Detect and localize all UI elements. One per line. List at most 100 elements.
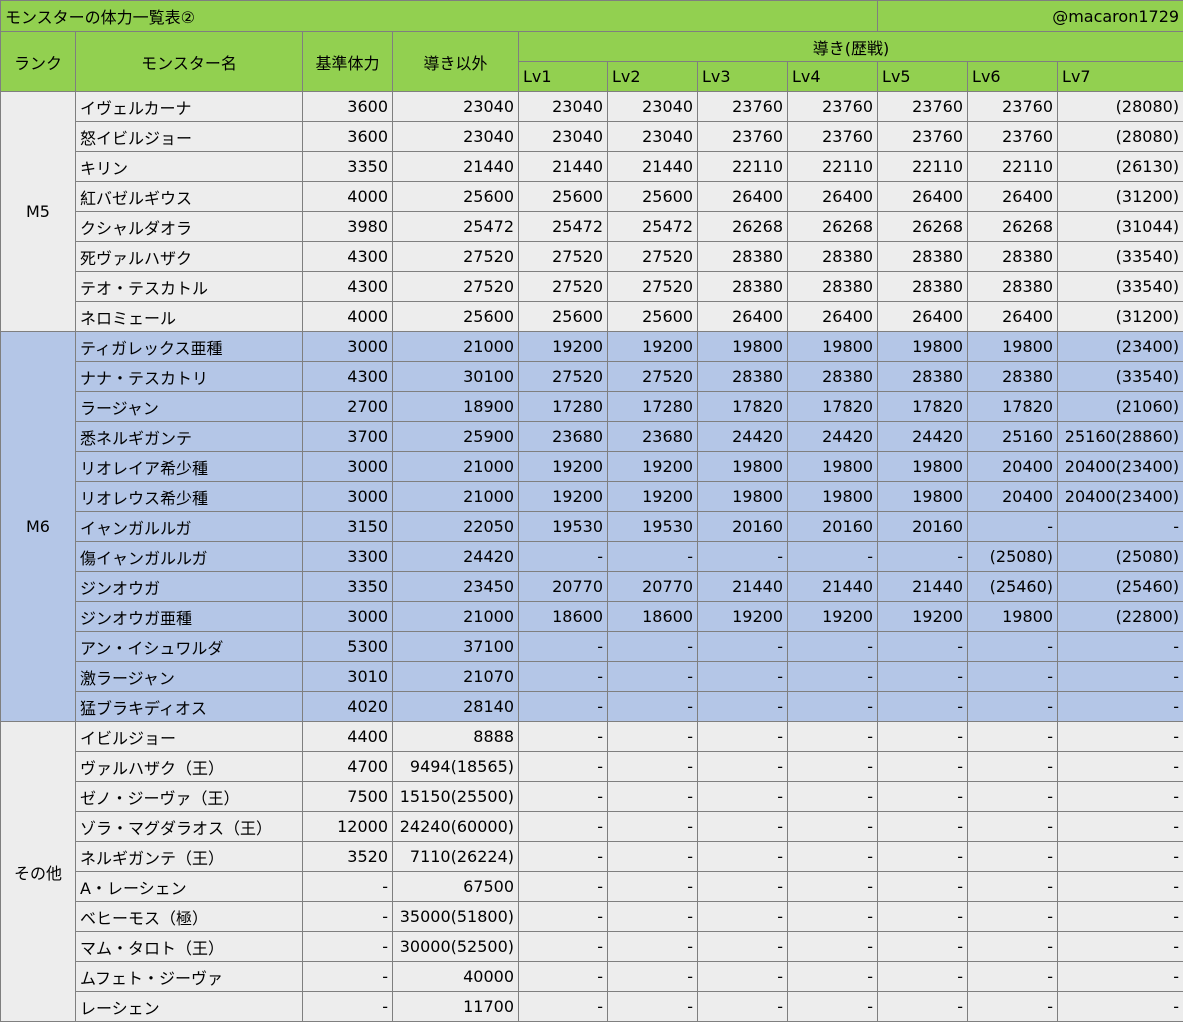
lv5-hp-cell: 28380 <box>878 242 968 272</box>
lv3-hp-cell: - <box>698 842 788 872</box>
name-cell: 猛ブラキディオス <box>76 692 303 722</box>
lv1-hp-cell: 19530 <box>519 512 608 542</box>
lv7-hp-cell: (26130) <box>1058 152 1183 182</box>
lv5-hp-cell: - <box>878 632 968 662</box>
base-hp-cell: 7500 <box>303 782 393 812</box>
lv2-hp-cell: 18600 <box>608 602 698 632</box>
table-row: ヴァルハザク（王）47009494(18565)------- <box>1 752 1183 782</box>
lv7-hp-cell: - <box>1058 782 1183 812</box>
lv4-hp-cell: 19800 <box>788 452 878 482</box>
header-lv7: Lv7 <box>1058 62 1183 92</box>
lv7-hp-cell: - <box>1058 632 1183 662</box>
lv3-hp-cell: 23760 <box>698 92 788 122</box>
table-row: キリン3350214402144021440221102211022110221… <box>1 152 1183 182</box>
table-row: アン・イシュワルダ530037100------- <box>1 632 1183 662</box>
lv1-hp-cell: - <box>519 842 608 872</box>
lv7-hp-cell: - <box>1058 992 1183 1022</box>
lv1-hp-cell: 23040 <box>519 92 608 122</box>
name-cell: ジンオウガ <box>76 572 303 602</box>
base-hp-cell: 3000 <box>303 452 393 482</box>
base-hp-cell: 3000 <box>303 602 393 632</box>
non-guiding-hp-cell: 23450 <box>393 572 519 602</box>
lv4-hp-cell: - <box>788 902 878 932</box>
lv7-hp-cell: (31200) <box>1058 182 1183 212</box>
non-guiding-hp-cell: 21440 <box>393 152 519 182</box>
base-hp-cell: 4300 <box>303 242 393 272</box>
lv4-hp-cell: - <box>788 812 878 842</box>
name-cell: リオレウス希少種 <box>76 482 303 512</box>
lv1-hp-cell: - <box>519 542 608 572</box>
lv2-hp-cell: - <box>608 632 698 662</box>
lv7-hp-cell: (28080) <box>1058 92 1183 122</box>
lv7-hp-cell: - <box>1058 752 1183 782</box>
lv4-hp-cell: 28380 <box>788 362 878 392</box>
lv5-hp-cell: - <box>878 992 968 1022</box>
base-hp-cell: 5300 <box>303 632 393 662</box>
table-row: M6ティガレックス亜種30002100019200192001980019800… <box>1 332 1183 362</box>
name-cell: 紅バゼルギウス <box>76 182 303 212</box>
lv5-hp-cell: 20160 <box>878 512 968 542</box>
lv4-hp-cell: - <box>788 992 878 1022</box>
lv1-hp-cell: 25472 <box>519 212 608 242</box>
lv5-hp-cell: 23760 <box>878 92 968 122</box>
header-non-guiding: 導き以外 <box>393 32 519 92</box>
lv4-hp-cell: - <box>788 722 878 752</box>
name-cell: イビルジョー <box>76 722 303 752</box>
non-guiding-hp-cell: 18900 <box>393 392 519 422</box>
name-cell: 激ラージャン <box>76 662 303 692</box>
lv6-hp-cell: 28380 <box>968 242 1058 272</box>
base-hp-cell: 4020 <box>303 692 393 722</box>
lv2-hp-cell: 25472 <box>608 212 698 242</box>
table-row: リオレイア希少種30002100019200192001980019800198… <box>1 452 1183 482</box>
lv7-hp-cell: (21060) <box>1058 392 1183 422</box>
name-cell: ゾラ・マグダラオス（王） <box>76 812 303 842</box>
lv5-hp-cell: 26268 <box>878 212 968 242</box>
header-lv6: Lv6 <box>968 62 1058 92</box>
lv7-hp-cell: - <box>1058 962 1183 992</box>
table-row: ベヒーモス（極）-35000(51800)------- <box>1 902 1183 932</box>
lv3-hp-cell: 19200 <box>698 602 788 632</box>
lv7-hp-cell: (33540) <box>1058 242 1183 272</box>
lv2-hp-cell: - <box>608 992 698 1022</box>
table-row: 怒イビルジョー360023040230402304023760237602376… <box>1 122 1183 152</box>
lv4-hp-cell: 26400 <box>788 302 878 332</box>
base-hp-cell: 3350 <box>303 572 393 602</box>
lv7-hp-cell: (31044) <box>1058 212 1183 242</box>
table-row: ジンオウガ亜種300021000186001860019200192001920… <box>1 602 1183 632</box>
base-hp-cell: - <box>303 932 393 962</box>
lv2-hp-cell: 21440 <box>608 152 698 182</box>
name-cell: ネルギガンテ（王） <box>76 842 303 872</box>
lv6-hp-cell: 26268 <box>968 212 1058 242</box>
lv6-hp-cell: 28380 <box>968 362 1058 392</box>
lv1-hp-cell: - <box>519 902 608 932</box>
lv7-hp-cell: (33540) <box>1058 362 1183 392</box>
name-cell: ナナ・テスカトリ <box>76 362 303 392</box>
table-row: ナナ・テスカトリ43003010027520275202838028380283… <box>1 362 1183 392</box>
lv6-hp-cell: 19800 <box>968 332 1058 362</box>
lv1-hp-cell: - <box>519 992 608 1022</box>
lv7-hp-cell: (28080) <box>1058 122 1183 152</box>
lv2-hp-cell: 23040 <box>608 122 698 152</box>
header-lv1: Lv1 <box>519 62 608 92</box>
lv7-hp-cell: - <box>1058 902 1183 932</box>
lv1-hp-cell: - <box>519 932 608 962</box>
lv7-hp-cell: - <box>1058 872 1183 902</box>
lv1-hp-cell: - <box>519 962 608 992</box>
lv2-hp-cell: - <box>608 692 698 722</box>
non-guiding-hp-cell: 24420 <box>393 542 519 572</box>
header-lv2: Lv2 <box>608 62 698 92</box>
lv2-hp-cell: 27520 <box>608 242 698 272</box>
name-cell: マム・タロト（王） <box>76 932 303 962</box>
non-guiding-hp-cell: 25600 <box>393 302 519 332</box>
lv5-hp-cell: 26400 <box>878 182 968 212</box>
lv6-hp-cell: - <box>968 692 1058 722</box>
rank-cell: その他 <box>1 722 76 1022</box>
name-cell: イャンガルルガ <box>76 512 303 542</box>
lv3-hp-cell: - <box>698 902 788 932</box>
lv2-hp-cell: - <box>608 782 698 812</box>
lv3-hp-cell: 21440 <box>698 572 788 602</box>
non-guiding-hp-cell: 23040 <box>393 122 519 152</box>
non-guiding-hp-cell: 11700 <box>393 992 519 1022</box>
lv6-hp-cell: - <box>968 992 1058 1022</box>
non-guiding-hp-cell: 23040 <box>393 92 519 122</box>
